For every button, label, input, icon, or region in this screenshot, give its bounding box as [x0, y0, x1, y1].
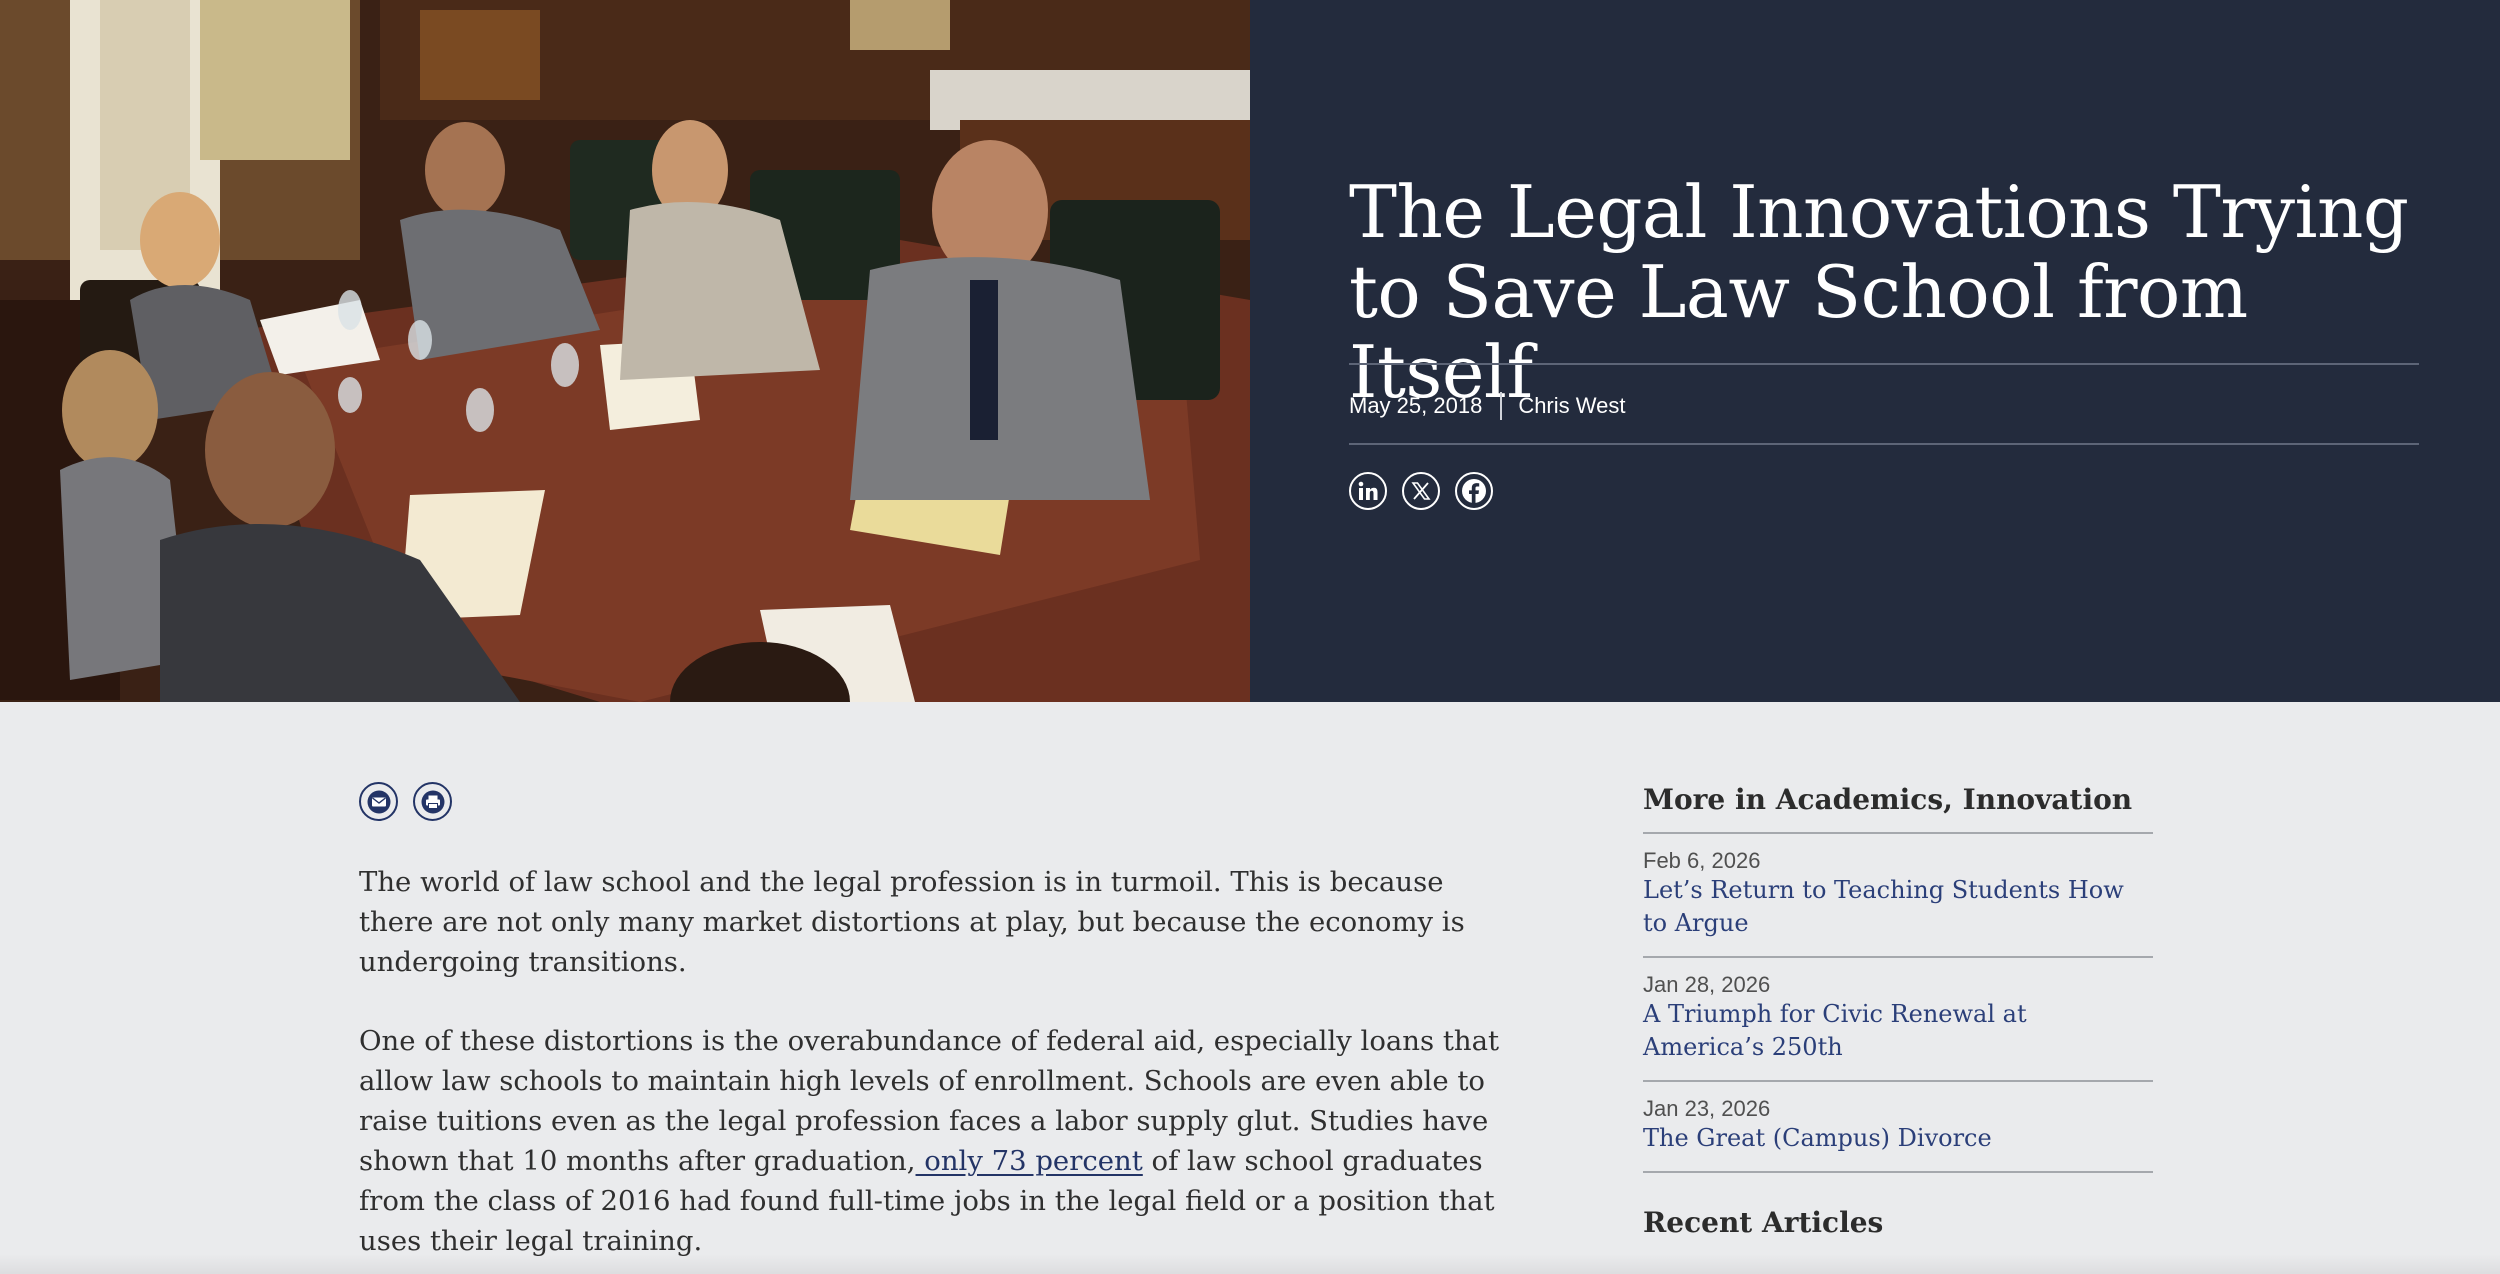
title-divider — [1349, 363, 2419, 365]
hero: The Legal Innovations Trying to Save Law… — [0, 0, 2500, 702]
meta-separator — [1500, 392, 1503, 420]
linkedin-icon[interactable] — [1349, 472, 1387, 510]
list-item: Jan 23, 2026 The Great (Campus) Divorce — [1643, 1082, 2153, 1173]
article-paragraph: One of these distortions is the overabun… — [359, 1021, 1519, 1261]
article-author: Chris West — [1518, 393, 1626, 418]
recent-articles-heading: Recent Articles — [1643, 1206, 1884, 1239]
list-item: Jan 28, 2026 A Triumph for Civic Renewal… — [1643, 958, 2153, 1082]
inline-link-only-73-percent[interactable]: only 73 percent — [916, 1145, 1143, 1177]
print-icon[interactable] — [413, 782, 452, 821]
sidebar: More in Academics, Innovation Feb 6, 202… — [1643, 780, 2153, 1243]
related-article-link[interactable]: A Triumph for Civic Renewal at America’s… — [1643, 998, 2153, 1064]
article-title: The Legal Innovations Trying to Save Law… — [1349, 170, 2409, 414]
hero-panel: The Legal Innovations Trying to Save Law… — [1250, 0, 2500, 702]
list-item: Feb 6, 2026 Let’s Return to Teaching Stu… — [1643, 834, 2153, 958]
social-share — [1349, 472, 1493, 510]
facebook-icon[interactable] — [1455, 472, 1493, 510]
meta-divider — [1349, 443, 2419, 445]
article-body: The world of law school and the legal pr… — [359, 862, 1519, 1274]
article-meta: May 25, 2018 Chris West — [1349, 390, 1625, 422]
x-icon[interactable] — [1402, 472, 1440, 510]
related-articles-list: Feb 6, 2026 Let’s Return to Teaching Stu… — [1643, 832, 2153, 1173]
related-date: Feb 6, 2026 — [1643, 848, 1761, 873]
related-article-link[interactable]: The Great (Campus) Divorce — [1643, 1122, 2153, 1155]
article-tools — [359, 782, 452, 821]
email-icon[interactable] — [359, 782, 398, 821]
related-article-link[interactable]: Let’s Return to Teaching Students How to… — [1643, 874, 2153, 940]
more-in-heading: More in Academics, Innovation — [1643, 783, 2133, 816]
bottom-shadow — [0, 1254, 2500, 1274]
related-date: Jan 23, 2026 — [1643, 1096, 1771, 1121]
hero-image — [0, 0, 1250, 702]
article-date: May 25, 2018 — [1349, 393, 1483, 418]
article-paragraph: The world of law school and the legal pr… — [359, 866, 1465, 978]
related-date: Jan 28, 2026 — [1643, 972, 1771, 997]
